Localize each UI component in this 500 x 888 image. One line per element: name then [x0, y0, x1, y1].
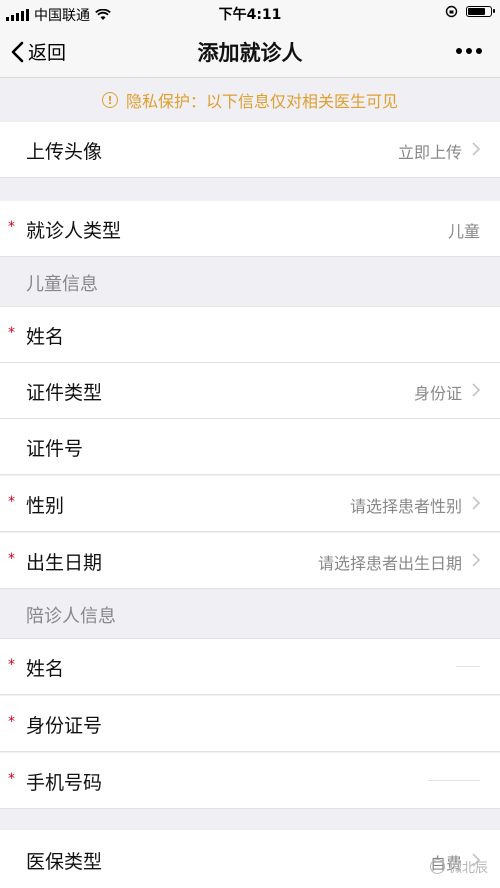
- companion-name-redacted: [456, 666, 480, 667]
- privacy-notice-text: 隐私保护：以下信息仅对相关医生可见: [125, 92, 398, 111]
- patient-type-row[interactable]: * 就诊人类型 儿童: [0, 201, 500, 257]
- status-bar: 中国联通 下午4:11: [0, 0, 500, 26]
- info-icon: !: [101, 92, 118, 108]
- navigation-bar: 返回 添加就诊人: [0, 26, 500, 78]
- gender-row[interactable]: * 性别 请选择患者性别: [0, 476, 500, 532]
- battery-icon: [466, 6, 495, 17]
- more-dot-icon: [466, 48, 472, 54]
- required-mark: *: [8, 325, 15, 341]
- watermark-logo-icon: [429, 859, 445, 874]
- orientation-lock-icon: [445, 5, 458, 18]
- companion-info-section-header: 陪诊人信息: [0, 589, 500, 639]
- gender-value: 请选择患者性别: [349, 497, 462, 516]
- more-dot-icon: [456, 48, 462, 54]
- chevron-right-icon: [472, 383, 481, 397]
- id-type-row[interactable]: 证件类型 身份证: [0, 363, 500, 419]
- upload-avatar-row[interactable]: 上传头像 立即上传: [0, 122, 500, 178]
- required-mark: *: [8, 494, 15, 510]
- required-mark: *: [8, 551, 15, 567]
- child-info-section-title: 儿童信息: [26, 274, 98, 295]
- required-mark: *: [8, 714, 15, 730]
- birth-date-row[interactable]: * 出生日期 请选择患者出生日期: [0, 533, 500, 589]
- patient-type-value: 儿童: [447, 222, 480, 241]
- chevron-right-icon: [472, 496, 481, 510]
- id-type-value: 身份证: [413, 384, 462, 403]
- privacy-notice: ! 隐私保护：以下信息仅对相关医生可见: [0, 78, 500, 122]
- watermark-text: 微北辰: [448, 861, 488, 876]
- companion-phone-row[interactable]: * 手机号码: [0, 753, 500, 809]
- patient-type-label: 就诊人类型: [26, 220, 122, 242]
- companion-name-label: 姓名: [26, 658, 65, 680]
- id-type-label: 证件类型: [26, 382, 103, 404]
- birth-date-label: 出生日期: [26, 552, 103, 574]
- upload-avatar-label: 上传头像: [26, 141, 103, 163]
- companion-id-row[interactable]: * 身份证号: [0, 696, 500, 752]
- insurance-type-row[interactable]: 医保类型 自费: [0, 830, 500, 888]
- upload-now-link[interactable]: 立即上传: [398, 139, 462, 163]
- companion-phone-redacted: [428, 780, 480, 781]
- required-mark: *: [8, 771, 15, 787]
- status-time: 下午4:11: [218, 7, 282, 23]
- companion-info-section-title: 陪诊人信息: [26, 606, 116, 627]
- companion-phone-label: 手机号码: [26, 772, 103, 794]
- chevron-right-icon: [472, 553, 481, 567]
- page-title: 添加就诊人: [197, 41, 303, 65]
- birth-date-value: 请选择患者出生日期: [317, 554, 462, 573]
- companion-name-row[interactable]: * 姓名: [0, 639, 500, 695]
- child-name-label: 姓名: [26, 326, 65, 348]
- more-menu-button[interactable]: [456, 48, 482, 54]
- id-number-label: 证件号: [26, 438, 84, 460]
- watermark: 微北辰: [429, 857, 488, 876]
- required-mark: *: [8, 219, 15, 235]
- chevron-right-icon: [472, 142, 481, 156]
- more-dot-icon: [476, 48, 482, 54]
- companion-id-label: 身份证号: [26, 715, 103, 737]
- child-info-section-header: 儿童信息: [0, 257, 500, 307]
- child-name-row[interactable]: * 姓名: [0, 307, 500, 363]
- required-mark: *: [8, 657, 15, 673]
- id-number-row[interactable]: 证件号: [0, 419, 500, 475]
- status-right: [445, 5, 495, 18]
- gender-label: 性别: [26, 495, 65, 517]
- insurance-type-label: 医保类型: [26, 851, 103, 873]
